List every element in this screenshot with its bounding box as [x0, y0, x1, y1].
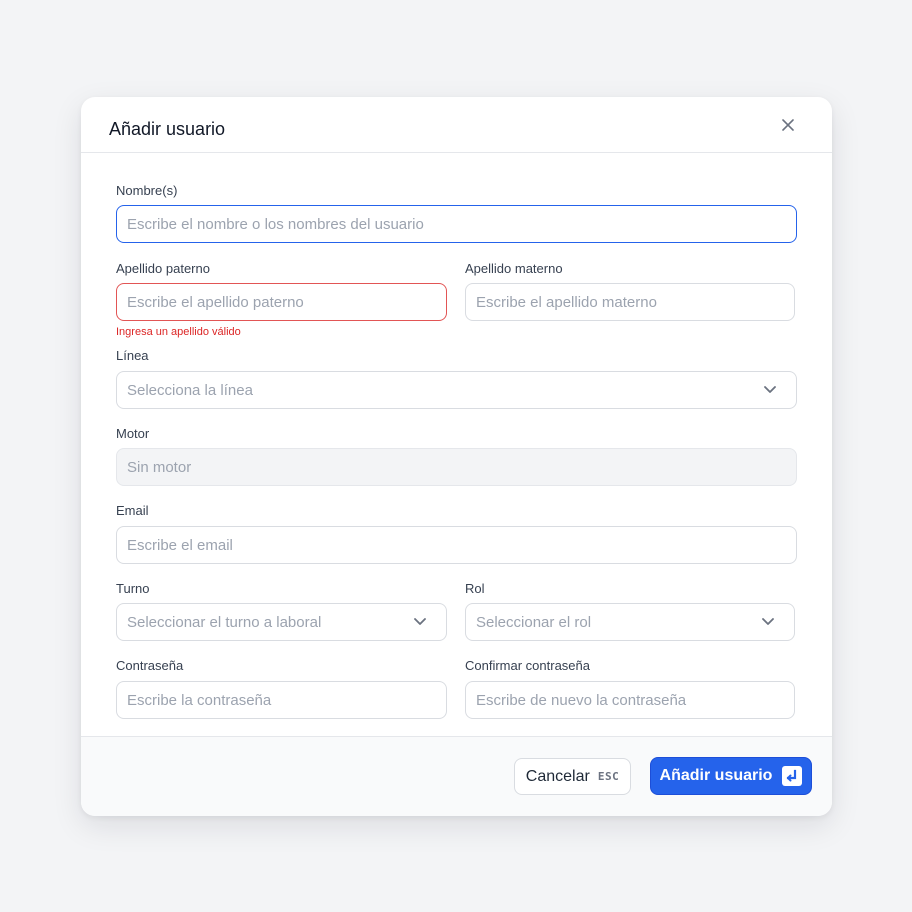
add-user-button-label: Añadir usuario — [659, 767, 773, 784]
apellido-paterno-input[interactable]: Escribe el apellido paterno — [116, 283, 447, 321]
modal-header: Añadir usuario — [81, 97, 832, 153]
add-user-modal: Añadir usuario Nombre(s) Escribe el nomb… — [81, 97, 832, 816]
rol-placeholder: Seleccionar el rol — [476, 613, 592, 631]
confirmar-contrasena-input[interactable]: Escribe de nuevo la contraseña — [465, 681, 795, 719]
email-placeholder: Escribe el email — [127, 536, 233, 554]
motor-field: Sin motor — [116, 448, 797, 486]
esc-shortcut-hint: ESC — [597, 770, 620, 783]
rol-label: Rol — [465, 581, 485, 596]
turno-placeholder: Seleccionar el turno a laboral — [127, 613, 322, 631]
email-label: Email — [116, 503, 149, 518]
turno-label: Turno — [116, 581, 150, 596]
enter-key-icon — [782, 766, 803, 786]
modal-title: Añadir usuario — [109, 119, 226, 139]
add-user-button[interactable]: Añadir usuario — [650, 757, 812, 795]
close-button[interactable] — [778, 115, 798, 135]
turno-select[interactable]: Seleccionar el turno a laboral — [116, 603, 447, 641]
cancel-button-label: Cancelar — [525, 767, 590, 785]
apellido-paterno-label: Apellido paterno — [116, 261, 210, 276]
chevron-down-icon — [412, 614, 428, 630]
confirmar-contrasena-placeholder: Escribe de nuevo la contraseña — [476, 691, 687, 709]
confirmar-contrasena-label: Confirmar contraseña — [465, 658, 590, 673]
linea-placeholder: Selecciona la línea — [127, 381, 253, 399]
nombre-placeholder: Escribe el nombre o los nombres del usua… — [127, 215, 424, 233]
motor-label: Motor — [116, 426, 150, 441]
close-icon — [782, 119, 794, 131]
linea-label: Línea — [116, 348, 149, 363]
contrasena-input[interactable]: Escribe la contraseña — [116, 681, 447, 719]
email-input[interactable]: Escribe el email — [116, 526, 797, 564]
motor-value: Sin motor — [127, 458, 192, 476]
chevron-down-icon — [762, 382, 778, 398]
contrasena-label: Contraseña — [116, 658, 184, 673]
apellido-paterno-error: Ingresa un apellido válido — [116, 326, 241, 338]
apellido-materno-input[interactable]: Escribe el apellido materno — [465, 283, 795, 321]
modal-footer: Cancelar ESC Añadir usuario — [81, 736, 832, 816]
rol-select[interactable]: Seleccionar el rol — [465, 603, 795, 641]
contrasena-placeholder: Escribe la contraseña — [127, 691, 272, 709]
nombre-input[interactable]: Escribe el nombre o los nombres del usua… — [116, 205, 797, 243]
cancel-button[interactable]: Cancelar ESC — [514, 758, 631, 795]
nombre-label: Nombre(s) — [116, 183, 178, 198]
apellido-materno-label: Apellido materno — [465, 261, 563, 276]
linea-select[interactable]: Selecciona la línea — [116, 371, 797, 409]
chevron-down-icon — [760, 614, 776, 630]
apellido-paterno-placeholder: Escribe el apellido paterno — [127, 293, 304, 311]
apellido-materno-placeholder: Escribe el apellido materno — [476, 293, 657, 311]
